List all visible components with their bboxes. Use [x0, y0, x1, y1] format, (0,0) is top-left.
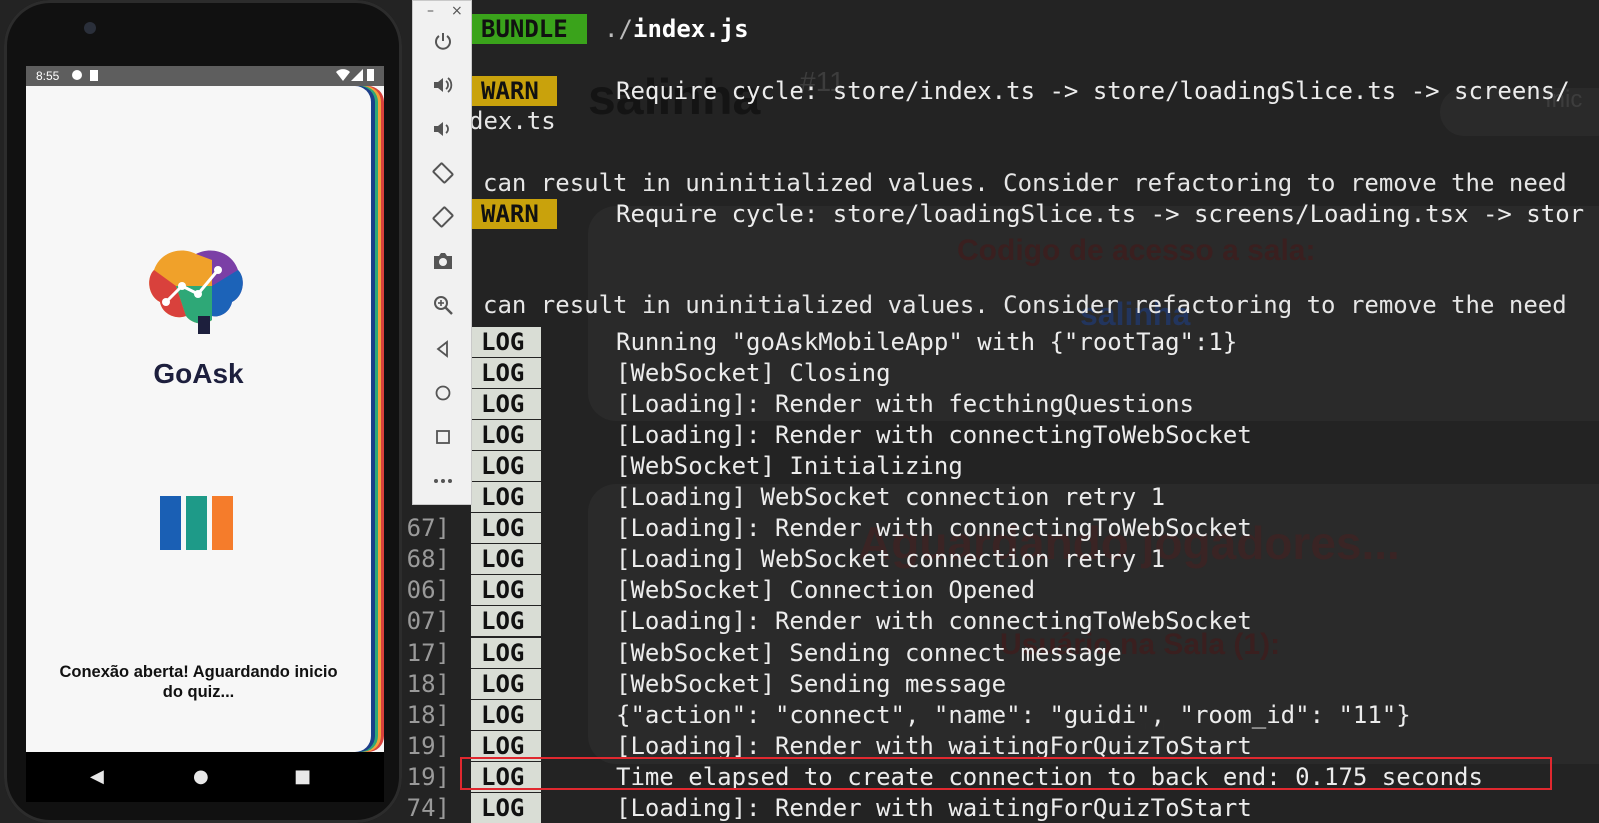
log-message: [WebSocket] Closing [616, 359, 891, 388]
gutter-line-number: 67] [406, 514, 450, 543]
rotate-right-icon[interactable] [423, 199, 463, 235]
wifi-icon [336, 69, 350, 84]
warn-message-cont: dex.ts [469, 107, 556, 135]
signal-icon [351, 69, 363, 84]
gutter-line-number: 06] [406, 576, 450, 605]
rotate-left-icon[interactable] [423, 155, 463, 191]
power-icon[interactable] [423, 23, 463, 59]
log-message: [WebSocket] Sending connect message [616, 638, 1122, 667]
camera-icon[interactable] [423, 243, 463, 279]
gutter-line-number: 19] [406, 762, 450, 791]
log-tag: LOG [471, 327, 541, 357]
gutter-line-number: 74] [406, 793, 450, 822]
log-message: [Loading] WebSocket connection retry 1 [616, 483, 1166, 512]
warn-detail: can result in uninitialized values. Cons… [483, 169, 1567, 197]
bundle-path-prefix: ./ [604, 15, 633, 43]
phone-screen[interactable]: 8:55 GoAsk Conexão aberta! Aguardando in… [26, 66, 384, 752]
connection-status-text: Conexão aberta! Aguardando inicio do qui… [59, 663, 338, 701]
log-message: [Loading]: Render with connectingToWebSo… [616, 421, 1252, 450]
loading-bar-2 [186, 496, 207, 550]
log-message: [Loading]: Render with fecthingQuestions [616, 390, 1194, 419]
home-icon[interactable] [423, 375, 463, 411]
app-title: GoAsk [153, 358, 244, 389]
log-message: [Loading] WebSocket connection retry 1 [616, 545, 1166, 574]
log-message: [WebSocket] Initializing [616, 452, 963, 481]
close-button[interactable]: × [451, 3, 463, 19]
app-card: GoAsk Conexão aberta! Aguardando inicio … [26, 86, 371, 752]
log-message: [Loading]: Render with connectingToWebSo… [616, 514, 1252, 543]
log-tag: LOG [471, 699, 541, 730]
log-tag: LOG [471, 513, 541, 544]
warn-tag: WARN [471, 199, 557, 229]
log-tag: LOG [471, 606, 541, 637]
log-tag: LOG [471, 575, 541, 606]
log-message: [WebSocket] Sending message [616, 669, 1007, 698]
emulator-toolbar: – × [412, 0, 472, 505]
back-icon[interactable] [423, 331, 463, 367]
bundle-tag: BUNDLE [471, 14, 587, 44]
log-tag: LOG [471, 389, 541, 420]
warn-tag: WARN [471, 76, 557, 106]
status-time: 8:55 [36, 69, 60, 83]
gutter-line-number: 68] [406, 545, 450, 574]
overview-icon[interactable] [423, 419, 463, 455]
gutter-line-number: 07] [406, 607, 450, 636]
log-tag: LOG [471, 792, 541, 823]
sd-card-icon [90, 70, 98, 81]
notification-icon [72, 70, 82, 80]
log-tag: LOG [471, 637, 541, 668]
loading-bar-1 [160, 496, 181, 550]
nav-back-icon[interactable]: ◀ [90, 766, 104, 787]
log-tag: LOG [471, 482, 541, 513]
battery-icon [367, 69, 374, 81]
highlight-box [460, 757, 1552, 790]
gutter-line-number: 17] [406, 638, 450, 667]
log-message: Running "goAskMobileApp" with {"rootTag"… [616, 328, 1238, 356]
volume-down-icon[interactable] [423, 111, 463, 147]
log-tag: LOG [471, 451, 541, 482]
log-tag: LOG [471, 420, 541, 451]
more-icon[interactable] [423, 463, 463, 499]
loading-bar-3 [212, 496, 233, 550]
warn-message: Require cycle: store/index.ts -> store/l… [616, 77, 1570, 105]
volume-up-icon[interactable] [423, 67, 463, 103]
phone-emulator: 8:55 GoAsk Conexão aberta! Aguardando in… [4, 0, 402, 823]
log-message: {"action": "connect", "name": "guidi", "… [616, 700, 1411, 729]
warn-detail: can result in uninitialized values. Cons… [483, 291, 1567, 319]
android-nav-bar: ◀ ● ■ [26, 752, 384, 802]
warn-message: Require cycle: store/loadingSlice.ts -> … [616, 200, 1585, 228]
log-message: [Loading]: Render with waitingForQuizToS… [616, 793, 1252, 822]
log-message: [Loading]: Render with connectingToWebSo… [616, 607, 1252, 636]
gutter-line-number: 18] [406, 700, 450, 729]
log-message: [WebSocket] Connection Opened [616, 576, 1036, 605]
bundle-path: index.js [633, 15, 749, 43]
nav-overview-icon[interactable]: ■ [294, 766, 311, 787]
gutter-line-number: 19] [406, 731, 450, 760]
brain-logo-icon [146, 246, 246, 340]
camera-dot [84, 22, 96, 34]
status-bar: 8:55 [26, 66, 384, 86]
gutter-line-number: 18] [406, 669, 450, 698]
log-tag: LOG [471, 668, 541, 699]
zoom-icon[interactable] [423, 287, 463, 323]
minimize-button[interactable]: – [427, 3, 434, 19]
log-tag: LOG [471, 358, 541, 389]
nav-home-icon[interactable]: ● [193, 766, 209, 787]
log-tag: LOG [471, 544, 541, 575]
